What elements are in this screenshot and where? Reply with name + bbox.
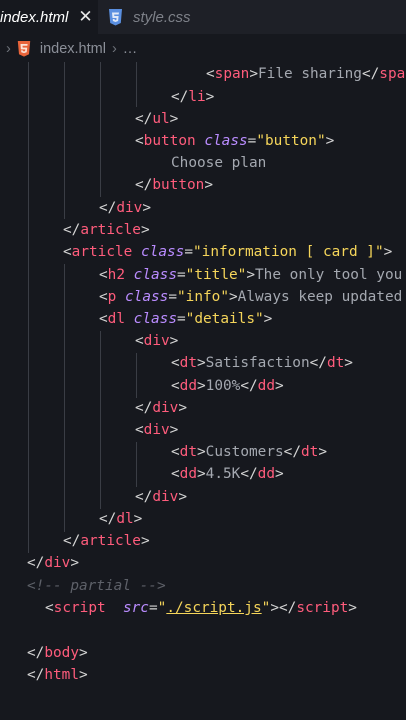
code-line[interactable]: <p class="info">Always keep updated bbox=[99, 286, 402, 308]
code-line[interactable]: </button> bbox=[135, 174, 213, 196]
code-line[interactable]: <dd>100%</dd> bbox=[171, 375, 284, 397]
chevron-right-icon: › bbox=[6, 41, 11, 57]
indent-guide bbox=[100, 62, 101, 197]
code-line[interactable]: <article class="information [ card ]"> bbox=[63, 241, 392, 263]
html-file-icon bbox=[17, 41, 31, 57]
code-line[interactable]: Choose plan bbox=[171, 152, 266, 174]
code-line[interactable]: </ul> bbox=[135, 108, 178, 130]
code-line[interactable]: </div> bbox=[99, 197, 151, 219]
code-line[interactable]: </div> bbox=[27, 552, 79, 574]
breadcrumb: › index.html › … bbox=[0, 36, 137, 62]
code-line[interactable]: <span>File sharing</spa bbox=[206, 63, 405, 85]
tab-bar: index.html ✕ style.css bbox=[0, 0, 406, 34]
code-line[interactable]: <button class="button"> bbox=[135, 130, 334, 152]
code-line[interactable]: </div> bbox=[135, 486, 187, 508]
code-line[interactable]: <dl class="details"> bbox=[99, 308, 272, 330]
breadcrumb-file[interactable]: index.html bbox=[40, 41, 106, 57]
indent-guide bbox=[136, 62, 137, 107]
tab-label: style.css bbox=[133, 8, 191, 26]
code-line[interactable]: </dl> bbox=[99, 508, 142, 530]
code-line[interactable]: </html> bbox=[27, 664, 88, 686]
chevron-right-icon: › bbox=[111, 41, 117, 57]
code-line[interactable]: </body> bbox=[27, 642, 88, 664]
css-file-icon bbox=[109, 8, 122, 25]
indent-guide bbox=[100, 331, 101, 509]
code-line[interactable]: <!-- partial --> bbox=[27, 575, 166, 597]
code-line[interactable]: </article> bbox=[63, 530, 150, 552]
code-line[interactable]: <script src="./script.js"></script> bbox=[45, 597, 357, 619]
code-line[interactable]: <h2 class="title">The only tool you bbox=[99, 264, 402, 286]
indent-guide bbox=[64, 62, 65, 219]
code-line[interactable]: <div> bbox=[135, 330, 178, 352]
code-line[interactable]: <div> bbox=[135, 419, 178, 441]
code-line[interactable]: </li> bbox=[171, 86, 214, 108]
indent-guide bbox=[28, 62, 29, 553]
tab-style-css[interactable]: style.css bbox=[108, 0, 191, 34]
tab-label: index.html bbox=[0, 8, 69, 26]
code-line[interactable]: </article> bbox=[63, 219, 150, 241]
tab-index-html[interactable]: index.html ✕ bbox=[0, 0, 98, 34]
code-line[interactable]: </div> bbox=[135, 397, 187, 419]
indent-guide bbox=[64, 264, 65, 532]
breadcrumb-rest[interactable]: … bbox=[123, 41, 138, 57]
editor-window: index.html ✕ style.css › index.html › … … bbox=[0, 0, 406, 720]
code-line[interactable]: <dt>Customers</dt> bbox=[171, 441, 327, 463]
indent-guide bbox=[136, 442, 137, 487]
code-line[interactable]: <dd>4.5K</dd> bbox=[171, 463, 284, 485]
indent-guide bbox=[136, 353, 137, 398]
code-line[interactable]: <dt>Satisfaction</dt> bbox=[171, 352, 353, 374]
close-icon[interactable]: ✕ bbox=[78, 7, 92, 27]
